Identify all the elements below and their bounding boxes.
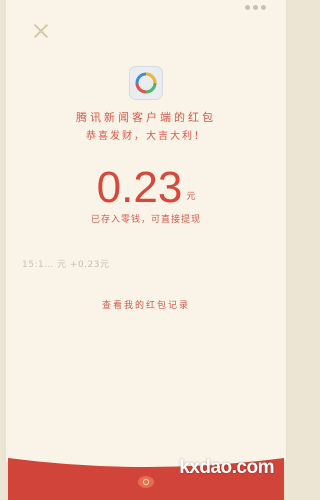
- more-dots-icon[interactable]: [245, 5, 266, 10]
- close-icon[interactable]: [32, 22, 50, 40]
- amount-unit: 元: [186, 192, 196, 202]
- red-packet-icon: [138, 476, 154, 488]
- view-history-link[interactable]: 查看我的红包记录: [0, 298, 292, 311]
- tencent-news-logo-icon: [129, 66, 163, 100]
- receive-record: 15:1… 元 +0.23元: [22, 260, 110, 270]
- sender-name: 腾讯新闻客户端的红包: [76, 111, 216, 124]
- amount-row: 0.23 元: [0, 160, 292, 210]
- greeting-message: 恭喜发财，大吉大利！: [86, 131, 206, 142]
- watermark: kxdao.com: [179, 457, 274, 478]
- amount-value: 0.23: [96, 163, 183, 212]
- deposit-note: 已存入零钱，可直接提现: [90, 215, 201, 225]
